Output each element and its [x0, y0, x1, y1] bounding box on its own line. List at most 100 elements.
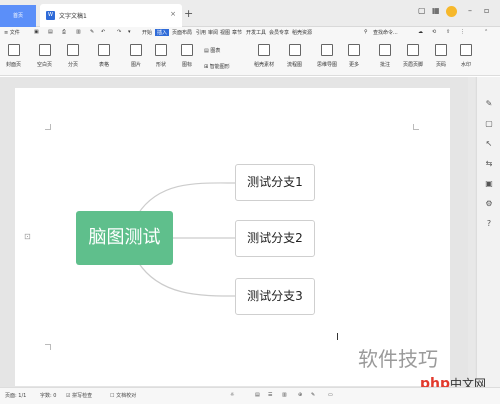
table-label: 表格: [98, 62, 109, 68]
page-break-icon: [67, 44, 79, 56]
mindmap-branch-1[interactable]: 测试分支1: [235, 164, 315, 201]
style-icon[interactable]: ✎: [484, 99, 494, 109]
focus-mode-icon[interactable]: ▭: [328, 392, 333, 398]
watermark-text: 软件技巧: [358, 347, 438, 371]
menu-item-docer[interactable]: 稻壳资源: [292, 29, 312, 36]
icon-library-icon: [181, 44, 193, 56]
menu-item-insert[interactable]: 插入: [155, 29, 170, 36]
mindmap-handle-icon[interactable]: ⊡: [24, 232, 31, 241]
menu-bar: ≡ 文件 ▣ ▤ ⎙ ▥ ✎ ↶ ↷ ▾ 开始 插入 页面布局 引用 审阅 视图…: [0, 27, 500, 42]
menu-item-chapter[interactable]: 章节: [232, 29, 242, 36]
image-icon[interactable]: ▣: [484, 179, 494, 189]
status-bar: 页面: 1/1 字数: 0 ☑ 拼写检查 ☐ 文档校对 ☼ ▤ ☰ ▥ ⊕ ✎ …: [0, 387, 500, 404]
format-painter-icon[interactable]: ✎: [90, 29, 94, 35]
page-break-button[interactable]: 分页: [67, 44, 79, 68]
shape-icon: [155, 44, 167, 56]
flowchart-label: 流程图: [287, 62, 303, 68]
tab-document[interactable]: W 文字文稿1 ×: [40, 4, 182, 27]
spell-check-label: 拼写检查: [72, 393, 93, 399]
menu-item-reference[interactable]: 引用: [196, 29, 206, 36]
more-menu-icon[interactable]: ▾: [128, 29, 131, 35]
help-icon[interactable]: ?: [484, 219, 494, 229]
export-icon[interactable]: ▥: [76, 29, 81, 35]
more-options-icon[interactable]: ⋮: [460, 29, 465, 35]
share-icon[interactable]: ⇪: [446, 29, 450, 35]
read-view-icon[interactable]: ▥: [282, 392, 287, 398]
table-button[interactable]: 表格: [98, 44, 110, 68]
collapse-ribbon-icon[interactable]: ⌃: [484, 29, 488, 35]
new-tab-button[interactable]: +: [184, 7, 193, 20]
doc-proof-button[interactable]: ☐ 文档校对: [110, 392, 136, 399]
mindmap-button[interactable]: 思维导图: [317, 44, 337, 68]
save-icon[interactable]: ▣: [34, 29, 39, 35]
print-preview-icon[interactable]: ▤: [48, 29, 53, 35]
undo-icon[interactable]: ↶: [101, 29, 105, 35]
chart-button[interactable]: ▤ 图表: [204, 47, 220, 54]
blank-page-button[interactable]: 空白页: [37, 44, 52, 68]
avatar[interactable]: [446, 6, 457, 17]
spell-check-button[interactable]: ☑ 拼写检查: [66, 392, 92, 399]
file-menu[interactable]: ≡ 文件: [4, 29, 20, 36]
menu-item-start[interactable]: 开始: [142, 29, 152, 36]
blank-page-icon: [38, 44, 51, 56]
mindmap-branch-2[interactable]: 测试分支2: [235, 220, 315, 257]
docer-material-label: 稻壳素材: [254, 62, 275, 68]
select-icon[interactable]: ↖: [484, 139, 494, 149]
crop-mark-top-right: [413, 124, 419, 130]
menu-item-review[interactable]: 审阅: [208, 29, 218, 36]
picture-icon: [130, 44, 142, 56]
brightness-icon[interactable]: ☼: [230, 392, 234, 398]
flowchart-icon: [288, 44, 301, 56]
header-footer-button[interactable]: 页眉页脚: [403, 44, 423, 68]
pen-icon[interactable]: ✎: [311, 392, 315, 398]
smart-art-label: 智能图形: [209, 64, 230, 70]
tab-home[interactable]: 首页: [0, 5, 36, 27]
header-footer-label: 页眉页脚: [403, 62, 424, 68]
icon-button[interactable]: 图标: [181, 44, 193, 68]
mindmap-label: 思维导图: [317, 62, 338, 68]
menu-item-developer[interactable]: 开发工具: [246, 29, 266, 36]
layout-icon[interactable]: ▢: [418, 6, 426, 15]
maximize-icon[interactable]: ▫: [484, 6, 489, 15]
mindmap-root-node[interactable]: 脑图测试: [76, 211, 173, 265]
table-icon: [98, 44, 110, 56]
sync-icon[interactable]: ⟲: [432, 29, 436, 35]
page-break-label: 分页: [67, 62, 78, 68]
docer-material-button[interactable]: 稻壳素材: [254, 44, 274, 68]
search-icon[interactable]: ⚲: [364, 29, 368, 35]
menu-item-view[interactable]: 视图: [220, 29, 230, 36]
blank-page-label: 空白页: [37, 62, 53, 68]
close-tab-icon[interactable]: ×: [170, 10, 176, 18]
vertical-scrollbar[interactable]: [468, 77, 475, 387]
smart-art-button[interactable]: ⊞ 智能图形: [204, 63, 230, 70]
shape-button[interactable]: 形状: [155, 44, 167, 68]
more-button[interactable]: 更多: [348, 44, 360, 68]
page-number-button[interactable]: 页码: [435, 44, 447, 68]
comment-button[interactable]: 批注: [379, 44, 391, 68]
right-sidebar: ✎ ▢ ↖ ⇆ ▣ ⚙ ?: [476, 77, 500, 387]
picture-button[interactable]: 图片: [130, 44, 142, 68]
watermark-button[interactable]: 水印: [460, 44, 472, 68]
cloud-icon[interactable]: ☁: [418, 29, 423, 35]
edit-icon[interactable]: ▢: [484, 119, 494, 129]
icon-button-label: 图标: [181, 62, 192, 68]
web-view-icon[interactable]: ⊕: [298, 392, 302, 398]
search-command-input[interactable]: 查找命令...: [373, 29, 398, 36]
page-view-icon[interactable]: ▤: [255, 392, 260, 398]
menu-item-member[interactable]: 会员专享: [269, 29, 289, 36]
redo-icon[interactable]: ↷: [117, 29, 121, 35]
cover-page-button[interactable]: 封面页: [6, 44, 21, 68]
menu-item-page-layout[interactable]: 页面布局: [172, 29, 192, 36]
flowchart-button[interactable]: 流程图: [287, 44, 302, 68]
minimize-icon[interactable]: –: [468, 6, 472, 15]
crop-mark-top-left: [45, 124, 51, 130]
outline-view-icon[interactable]: ☰: [268, 392, 272, 398]
page-number-icon: [435, 44, 447, 56]
adjust-icon[interactable]: ⇆: [484, 159, 494, 169]
window-grid-icon[interactable]: ▦: [432, 6, 440, 15]
page-count: 页面: 1/1: [5, 393, 27, 399]
word-count[interactable]: 字数: 0: [40, 392, 56, 399]
mindmap-branch-3[interactable]: 测试分支3: [235, 278, 315, 315]
print-icon[interactable]: ⎙: [62, 29, 66, 35]
settings-icon[interactable]: ⚙: [484, 199, 494, 209]
